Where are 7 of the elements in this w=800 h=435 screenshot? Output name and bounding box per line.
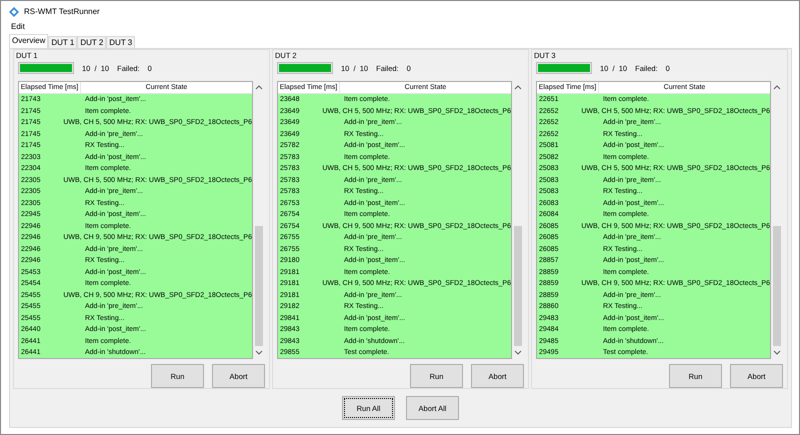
tab[interactable]: DUT 3 [106, 36, 136, 48]
menu-item[interactable]: Edit [11, 22, 25, 34]
app-icon [9, 6, 19, 16]
tab[interactable]: DUT 1 [48, 36, 78, 48]
tab[interactable]: Overview [9, 34, 48, 48]
window-title: RS-WMT TestRunner [24, 7, 100, 16]
tab[interactable]: DUT 2 [77, 36, 106, 48]
